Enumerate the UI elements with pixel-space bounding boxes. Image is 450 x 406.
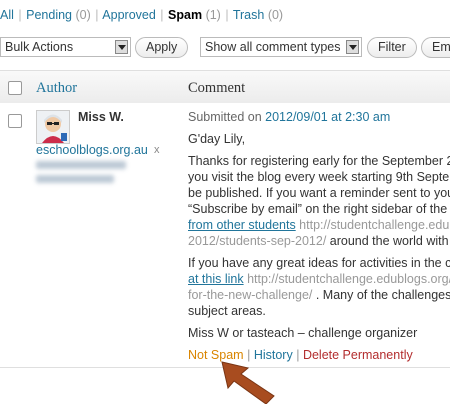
row-checkbox[interactable] bbox=[8, 114, 22, 128]
remove-url-button[interactable]: x bbox=[154, 144, 160, 156]
ideas-link[interactable]: at this link bbox=[188, 272, 244, 286]
comment-line-6: 2012/students-sep-2012/ around the world… bbox=[188, 233, 450, 249]
comment-line-4: “Subscribe by email” on the right sideba… bbox=[188, 202, 450, 216]
filter-separator: | bbox=[225, 8, 229, 22]
filter-separator: | bbox=[95, 8, 99, 22]
filter-trash[interactable]: Trash bbox=[233, 8, 265, 22]
filter-separator: | bbox=[18, 8, 22, 22]
comment-line-5: from other students http://studentchalle… bbox=[188, 217, 450, 233]
delete-permanently-link[interactable]: Delete Permanently bbox=[303, 348, 413, 362]
filter-button[interactable]: Filter bbox=[367, 37, 417, 58]
filter-approved[interactable]: Approved bbox=[102, 8, 156, 22]
students-link[interactable]: from other students bbox=[188, 218, 296, 232]
action-separator: | bbox=[296, 348, 300, 362]
spam-count: (1) bbox=[205, 8, 221, 22]
ideas-url-cont: for-the-new-challenge/ bbox=[188, 288, 313, 302]
comment-para2-line4: subject areas. bbox=[188, 304, 266, 318]
comment-body: G'day Lily, Thanks for registering early… bbox=[188, 131, 450, 347]
comment-type-select[interactable]: Show all comment types bbox=[200, 37, 362, 57]
comment-para2-line2: at this link http://studentchallenge.edu… bbox=[188, 271, 450, 287]
arrow-annotation-icon bbox=[221, 361, 275, 404]
comment-column-header: Comment bbox=[188, 80, 246, 96]
trash-count: (0) bbox=[267, 8, 284, 22]
blurred-email bbox=[36, 161, 126, 169]
select-all-checkbox[interactable] bbox=[8, 81, 22, 95]
submitted-info: Submitted on 2012/09/01 at 2:30 am bbox=[188, 110, 390, 124]
table-header: Author Comment bbox=[0, 70, 450, 104]
comment-para2-line3: for-the-new-challenge/ . Many of the cha… bbox=[188, 287, 450, 303]
students-url: http://studentchallenge.edub bbox=[295, 218, 450, 232]
author-name: Miss W. bbox=[78, 110, 124, 124]
submitted-date-link[interactable]: 2012/09/01 at 2:30 am bbox=[265, 110, 390, 124]
comment-para2-line1: If you have any great ideas for activiti… bbox=[188, 256, 450, 270]
submitted-prefix: Submitted on bbox=[188, 110, 266, 124]
avatar-image bbox=[37, 111, 69, 143]
comment-line-1: Thanks for registering early for the Sep… bbox=[188, 154, 450, 168]
comment-greeting: G'day Lily, bbox=[188, 132, 246, 146]
bulk-actions-value: Bulk Actions bbox=[5, 40, 74, 54]
comment-para2-line3-tail: . Many of the challenges v bbox=[312, 288, 450, 302]
comment-line-2: you visit the blog every week starting 9… bbox=[188, 170, 450, 184]
filter-all[interactable]: All bbox=[0, 8, 14, 22]
bulk-actions-select[interactable]: Bulk Actions bbox=[0, 37, 131, 57]
students-url-cont: 2012/students-sep-2012/ bbox=[188, 234, 327, 248]
filter-separator: | bbox=[160, 8, 164, 22]
chevron-down-icon bbox=[115, 40, 128, 54]
comment-line-6-tail: around the world with bbox=[326, 234, 449, 248]
author-column-header[interactable]: Author bbox=[36, 80, 77, 97]
filter-spam[interactable]: Spam bbox=[168, 8, 202, 22]
ideas-url: http://studentchallenge.edublogs.org/ bbox=[243, 272, 450, 286]
pending-count: (0) bbox=[75, 8, 91, 22]
empty-spam-button[interactable]: Em bbox=[421, 37, 450, 58]
avatar bbox=[36, 110, 70, 144]
filter-pending[interactable]: Pending bbox=[26, 8, 72, 22]
comment-line-3: be published. If you want a reminder sen… bbox=[188, 186, 450, 200]
chevron-down-icon bbox=[346, 40, 359, 54]
comment-type-value: Show all comment types bbox=[205, 40, 341, 54]
apply-button[interactable]: Apply bbox=[135, 37, 189, 58]
author-url-link[interactable]: eschoolblogs.org.au bbox=[36, 143, 148, 157]
comment-signature: Miss W or tasteach – challenge organizer bbox=[188, 326, 418, 340]
comment-status-filters: All | Pending (0) | Approved | Spam (1) … bbox=[0, 8, 283, 22]
blurred-ip bbox=[36, 175, 114, 183]
